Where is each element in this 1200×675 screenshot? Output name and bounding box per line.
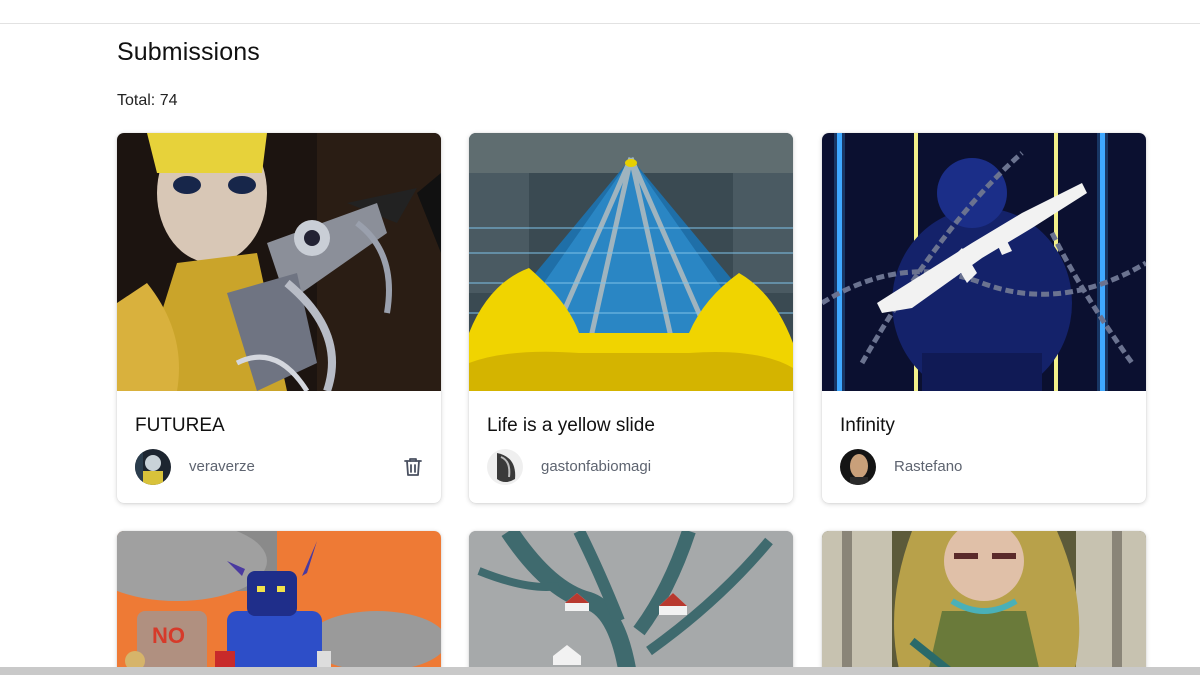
author-name[interactable]: veraverze <box>189 458 255 475</box>
user-avatar[interactable] <box>840 449 876 485</box>
submission-card[interactable] <box>469 531 793 675</box>
author-row[interactable]: veraverze <box>135 449 425 485</box>
submission-card[interactable]: FUTUREA veraverze <box>117 133 441 503</box>
author-name[interactable]: gastonfabiomagi <box>541 458 651 475</box>
submission-image[interactable] <box>822 133 1146 391</box>
top-bar <box>0 0 1200 24</box>
submission-total: Total: 74 <box>117 92 178 109</box>
horizontal-scrollbar[interactable] <box>0 667 1200 675</box>
svg-text:NO: NO <box>152 623 185 648</box>
trash-icon[interactable] <box>401 455 425 479</box>
submission-card[interactable]: NO <box>117 531 441 675</box>
submission-title[interactable]: Infinity <box>840 415 895 437</box>
author-row[interactable]: Rastefano <box>840 449 1130 485</box>
submission-card[interactable]: Infinity Rastefano <box>822 133 1146 503</box>
submission-image[interactable] <box>469 133 793 391</box>
author-name[interactable]: Rastefano <box>894 458 962 475</box>
submission-title[interactable]: FUTUREA <box>135 415 225 437</box>
submission-card[interactable]: Life is a yellow slide gastonfabiomagi <box>469 133 793 503</box>
user-avatar[interactable] <box>487 449 523 485</box>
submission-image[interactable]: NO <box>117 531 441 675</box>
author-row[interactable]: gastonfabiomagi <box>487 449 777 485</box>
submission-card[interactable] <box>822 531 1146 675</box>
submission-image[interactable] <box>117 133 441 391</box>
submission-image[interactable] <box>822 531 1146 675</box>
user-avatar[interactable] <box>135 449 171 485</box>
page-title: Submissions <box>117 38 260 66</box>
submission-image[interactable] <box>469 531 793 675</box>
submission-title[interactable]: Life is a yellow slide <box>487 415 655 437</box>
